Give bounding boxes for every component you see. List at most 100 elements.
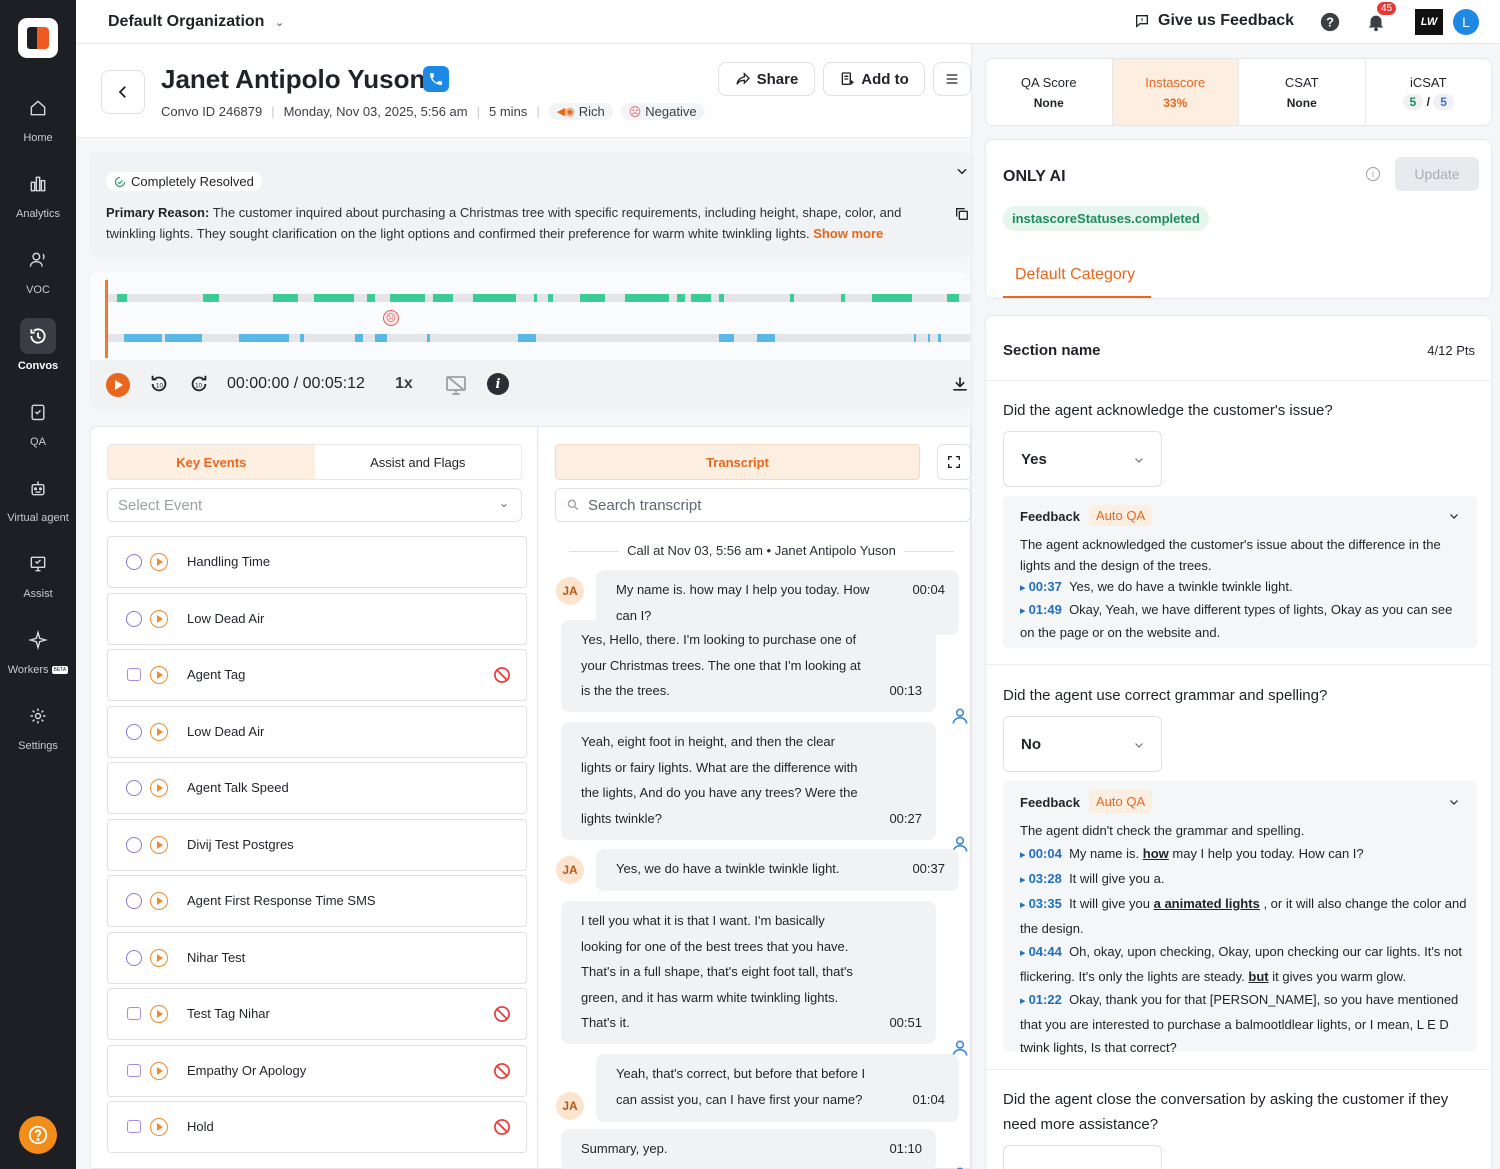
sidebar-item-voc[interactable]: VOC: [0, 238, 76, 308]
tab-icsat[interactable]: iCSAT 5 / 5: [1366, 59, 1492, 125]
agent-talk-segment[interactable]: [203, 294, 219, 302]
customer-talk-segment[interactable]: [914, 334, 916, 342]
timestamp-link[interactable]: 01:22: [1020, 992, 1062, 1007]
message-timestamp[interactable]: 00:04: [912, 577, 945, 603]
play-circle-icon[interactable]: [150, 610, 168, 628]
agent-talk-segment[interactable]: [719, 294, 724, 302]
play-circle-icon[interactable]: [150, 1062, 168, 1080]
agent-message[interactable]: Yes, Hello, there. I'm looking to purcha…: [561, 620, 936, 712]
ban-icon[interactable]: [492, 1117, 512, 1137]
event-item[interactable]: Low Dead Air: [107, 706, 527, 758]
agent-talk-segment[interactable]: [273, 294, 298, 302]
event-item[interactable]: Nihar Test: [107, 932, 527, 984]
back-button[interactable]: [101, 70, 145, 114]
update-button[interactable]: Update: [1395, 157, 1479, 191]
agent-talk-segment[interactable]: [625, 294, 669, 302]
message-timestamp[interactable]: 00:37: [912, 856, 945, 882]
customer-talk-segment[interactable]: [518, 334, 536, 342]
sidebar-item-convos[interactable]: Convos: [0, 314, 76, 384]
more-menu-button[interactable]: [933, 62, 971, 96]
event-item[interactable]: Agent Tag: [107, 649, 527, 701]
message-timestamp[interactable]: 01:10: [889, 1136, 922, 1162]
agent-talk-segment[interactable]: [580, 294, 605, 302]
agent-talk-segment[interactable]: [117, 294, 127, 302]
collapse-chevron-icon[interactable]: [955, 164, 969, 183]
ban-icon[interactable]: [492, 1061, 512, 1081]
timestamp-link[interactable]: 04:44: [1020, 944, 1062, 959]
tab-transcript[interactable]: Transcript: [555, 444, 920, 480]
timestamp-link[interactable]: 01:49: [1020, 602, 1062, 617]
agent-talk-segment[interactable]: [677, 294, 685, 302]
agent-talk-segment[interactable]: [790, 294, 794, 302]
play-circle-icon[interactable]: [150, 666, 168, 684]
ban-icon[interactable]: [492, 1004, 512, 1024]
chevron-down-icon[interactable]: [1448, 792, 1460, 815]
answer-dropdown-2[interactable]: No: [1003, 716, 1162, 772]
workspace-brand-badge[interactable]: LW: [1415, 9, 1443, 35]
speaker-timeline[interactable]: ☹: [90, 272, 970, 360]
event-item[interactable]: Test Tag Nihar: [107, 988, 527, 1040]
timestamp-link[interactable]: 03:35: [1020, 896, 1062, 911]
agent-talk-segment[interactable]: [691, 294, 711, 302]
forward-10-icon[interactable]: 10: [188, 373, 210, 400]
agent-talk-segment[interactable]: [872, 294, 912, 302]
play-circle-icon[interactable]: [150, 949, 168, 967]
agent-talk-segment[interactable]: [433, 294, 453, 302]
agent-talk-segment[interactable]: [390, 294, 425, 302]
agent-talk-segment[interactable]: [947, 294, 959, 302]
play-circle-icon[interactable]: [150, 779, 168, 797]
agent-talk-segment[interactable]: [548, 294, 553, 302]
event-item[interactable]: Agent First Response Time SMS: [107, 875, 527, 927]
search-transcript-input[interactable]: Search transcript: [555, 488, 971, 522]
notifications-bell-icon[interactable]: 45: [1364, 2, 1397, 34]
show-more-link[interactable]: Show more: [813, 226, 883, 241]
timestamp-link[interactable]: 00:37: [1020, 579, 1062, 594]
agent-message[interactable]: Yeah, eight foot in height, and then the…: [561, 722, 936, 840]
customer-talk-segment[interactable]: [427, 334, 430, 342]
agent-talk-segment[interactable]: [841, 294, 845, 302]
share-button[interactable]: Share: [718, 62, 815, 96]
tab-default-category[interactable]: Default Category: [1003, 262, 1151, 298]
play-circle-icon[interactable]: [150, 1118, 168, 1136]
info-circle-icon[interactable]: i: [1366, 167, 1380, 181]
org-switcher[interactable]: Default Organization ⌄: [108, 13, 284, 31]
agent-talk-segment[interactable]: [534, 294, 537, 302]
agent-talk-segment[interactable]: [473, 294, 516, 302]
search-transcript-field[interactable]: Search transcript: [555, 488, 971, 522]
tab-assist-and-flags[interactable]: Assist and Flags: [315, 445, 522, 479]
play-circle-icon[interactable]: [150, 836, 168, 854]
customer-talk-segment[interactable]: [355, 334, 363, 342]
play-circle-icon[interactable]: [150, 1005, 168, 1023]
app-logo[interactable]: [18, 18, 58, 58]
sidebar-item-qa[interactable]: QA: [0, 390, 76, 460]
user-avatar[interactable]: L: [1453, 9, 1479, 35]
message-timestamp[interactable]: 00:13: [889, 678, 922, 704]
playhead[interactable]: [105, 280, 108, 358]
copy-icon[interactable]: [954, 206, 970, 227]
add-to-button[interactable]: Add to: [823, 62, 925, 96]
event-item[interactable]: Empathy Or Apology: [107, 1045, 527, 1097]
event-item[interactable]: Hold: [107, 1101, 527, 1153]
sidebar-item-analytics[interactable]: Analytics: [0, 162, 76, 232]
screen-recording-off-icon[interactable]: [444, 373, 468, 402]
timestamp-link[interactable]: 00:04: [1020, 846, 1062, 861]
tab-csat[interactable]: CSAT None: [1239, 59, 1366, 125]
agent-talk-segment[interactable]: [314, 294, 354, 302]
customer-talk-segment[interactable]: [300, 334, 304, 342]
ban-icon[interactable]: [492, 665, 512, 685]
sidebar-item-settings[interactable]: Settings: [0, 694, 76, 764]
playback-speed-button[interactable]: 1x: [395, 375, 413, 393]
help-icon[interactable]: ?: [1318, 10, 1342, 34]
agent-talk-segment[interactable]: [367, 294, 375, 302]
answer-dropdown-1[interactable]: Yes: [1003, 431, 1162, 487]
customer-talk-segment[interactable]: [375, 334, 387, 342]
sidebar-item-home[interactable]: Home: [0, 86, 76, 156]
agent-message[interactable]: I tell you what it is that I want. I'm b…: [561, 901, 936, 1044]
chevron-down-icon[interactable]: [1448, 507, 1460, 528]
message-timestamp[interactable]: 00:51: [889, 1010, 922, 1036]
customer-talk-segment[interactable]: [124, 334, 162, 342]
customer-talk-segment[interactable]: [938, 334, 941, 342]
tab-qa-score[interactable]: QA Score None: [986, 59, 1113, 125]
agent-message[interactable]: Summary, yep. 01:10: [561, 1129, 936, 1169]
customer-talk-segment[interactable]: [928, 334, 930, 342]
